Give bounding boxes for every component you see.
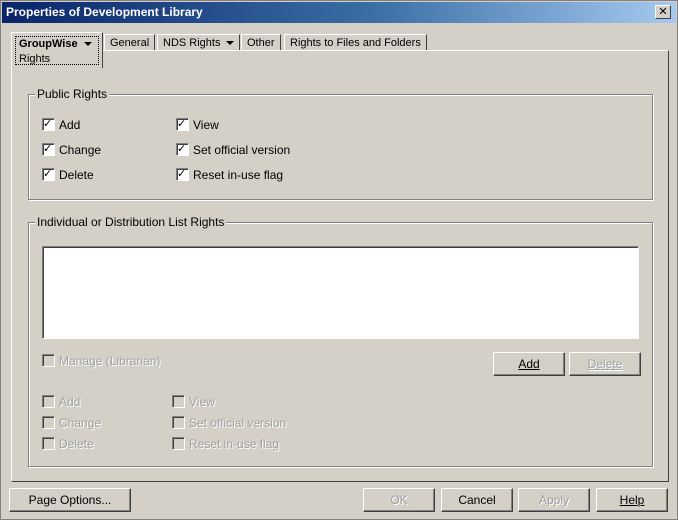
checkbox-label: Delete: [59, 437, 94, 451]
tab-rights-to-files-label: Rights to Files and Folders: [290, 37, 421, 49]
checkbox-box[interactable]: ✓: [176, 117, 189, 131]
checkmark-icon: ✓: [177, 117, 187, 130]
checkbox-box[interactable]: [172, 416, 185, 429]
public-reset-in-use-flag-checkbox[interactable]: ✓ Reset in-use flag: [176, 167, 283, 183]
delete-button-label: Delete: [587, 357, 623, 371]
apply-button[interactable]: Apply: [518, 488, 590, 512]
checkbox-label: Add: [59, 395, 81, 409]
checkmark-icon: ✓: [43, 117, 53, 130]
individual-add-checkbox[interactable]: Add: [42, 394, 80, 410]
tab-nds-rights-label: NDS Rights: [163, 37, 221, 49]
checkmark-icon: ✓: [43, 167, 53, 180]
cancel-label: Cancel: [458, 493, 496, 507]
manage-librarian-checkbox[interactable]: Manage (Librarian): [42, 353, 160, 369]
checkbox-label: Set official version: [189, 416, 287, 430]
checkbox-box[interactable]: [42, 416, 55, 429]
individual-reset-in-use-flag-checkbox[interactable]: Reset in-use flag: [172, 436, 279, 452]
public-rights-group: Public Rights ✓ Add ✓ Change ✓ Delete ✓ View…: [28, 87, 653, 200]
checkbox-box[interactable]: [172, 437, 185, 450]
checkmark-icon: ✓: [43, 142, 53, 155]
ok-button[interactable]: OK: [363, 488, 435, 512]
checkbox-label: Reset in-use flag: [189, 437, 280, 451]
checkbox-label: Change: [59, 416, 102, 430]
checkbox-label: Reset in-use flag: [193, 168, 284, 182]
checkbox-label: Delete: [59, 168, 94, 182]
individual-set-official-version-checkbox[interactable]: Set official version: [172, 415, 286, 431]
help-label: Help: [619, 493, 645, 507]
checkbox-label: Manage (Librarian): [59, 354, 161, 368]
help-button[interactable]: Help: [596, 488, 668, 512]
checkmark-icon: ✓: [177, 167, 187, 180]
checkbox-box[interactable]: [42, 437, 55, 450]
cancel-button[interactable]: Cancel: [441, 488, 513, 512]
tab-other-label: Other: [247, 37, 275, 49]
add-button[interactable]: Add: [493, 352, 565, 376]
individual-delete-checkbox[interactable]: Delete: [42, 436, 94, 452]
checkbox-box[interactable]: ✓: [42, 167, 55, 181]
individual-change-checkbox[interactable]: Change: [42, 415, 101, 431]
tab-groupwise[interactable]: GroupWise Rights: [11, 32, 103, 68]
properties-dialog: Properties of Development Library ✕ Grou…: [0, 0, 678, 520]
delete-button[interactable]: Delete: [569, 352, 641, 376]
close-icon[interactable]: ✕: [655, 5, 671, 19]
checkbox-label: Add: [59, 118, 81, 132]
public-add-checkbox[interactable]: ✓ Add: [42, 117, 80, 133]
page-options-label: Page Options...: [28, 493, 112, 507]
window-title: Properties of Development Library: [6, 5, 203, 19]
public-change-checkbox[interactable]: ✓ Change: [42, 142, 101, 158]
checkbox-box[interactable]: ✓: [42, 117, 55, 131]
checkbox-box[interactable]: ✓: [42, 142, 55, 156]
checkmark-icon: ✓: [177, 142, 187, 155]
public-set-official-version-checkbox[interactable]: ✓ Set official version: [176, 142, 290, 158]
tab-groupwise-label: GroupWise: [19, 38, 78, 50]
public-view-checkbox[interactable]: ✓ View: [176, 117, 219, 133]
apply-label: Apply: [538, 493, 570, 507]
tab-general-label: General: [110, 37, 150, 49]
checkbox-label: View: [189, 395, 215, 409]
tab-panel: Public Rights ✓ Add ✓ Change ✓ Delete ✓ View…: [11, 50, 669, 482]
checkbox-label: View: [193, 118, 219, 132]
tab-groupwise-sublabel: Rights: [19, 53, 51, 65]
checkbox-box[interactable]: [42, 354, 55, 367]
individual-view-checkbox[interactable]: View: [172, 394, 215, 410]
dropdown-arrow-icon[interactable]: [83, 42, 92, 47]
add-button-label: Add: [518, 357, 540, 371]
individual-rights-group: Individual or Distribution List Rights M…: [28, 215, 653, 467]
checkbox-label: Change: [59, 143, 102, 157]
checkbox-box[interactable]: ✓: [176, 167, 189, 181]
rights-list[interactable]: [42, 246, 639, 339]
ok-label: OK: [390, 493, 408, 507]
checkbox-box[interactable]: ✓: [176, 142, 189, 156]
individual-rights-title: Individual or Distribution List Rights: [35, 215, 227, 229]
page-options-button[interactable]: Page Options...: [9, 488, 131, 512]
dropdown-arrow-icon[interactable]: [226, 41, 235, 46]
title-bar: Properties of Development Library ✕: [2, 2, 676, 23]
checkbox-box[interactable]: [172, 395, 185, 408]
public-rights-title: Public Rights: [35, 87, 110, 101]
checkbox-box[interactable]: [42, 395, 55, 408]
checkbox-label: Set official version: [193, 143, 291, 157]
public-delete-checkbox[interactable]: ✓ Delete: [42, 167, 94, 183]
